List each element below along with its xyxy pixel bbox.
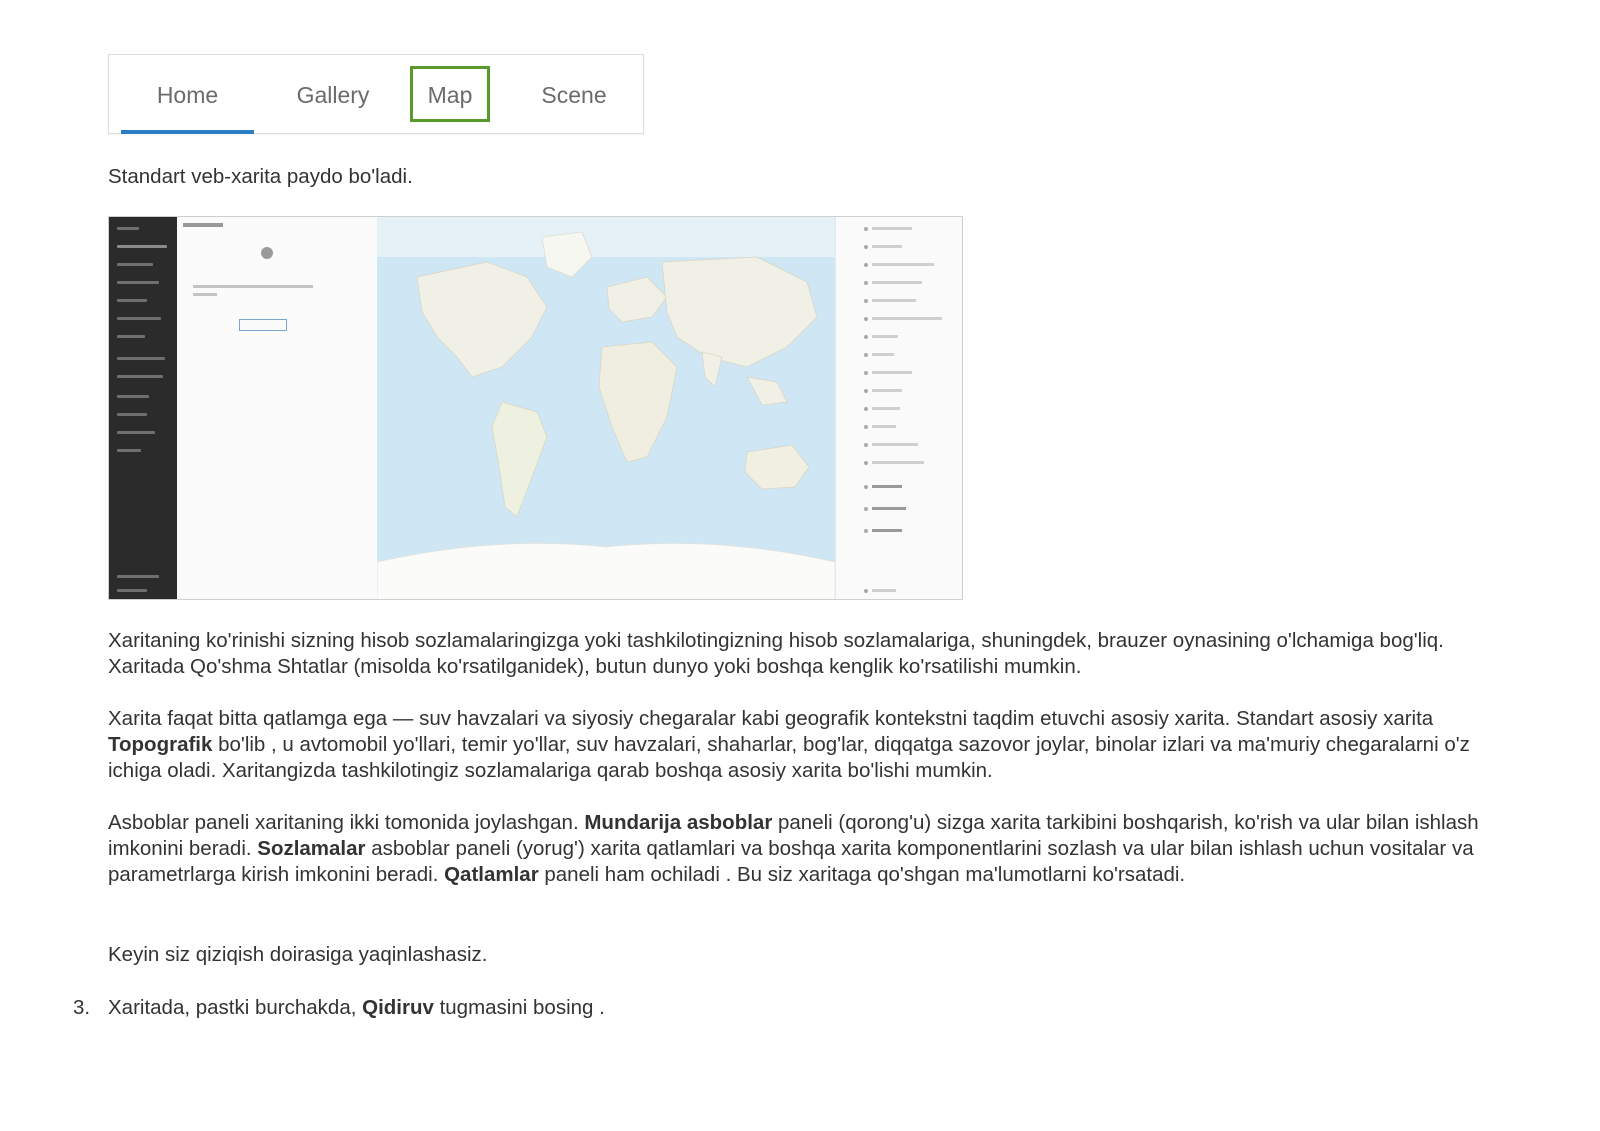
layers-panel: [177, 217, 378, 599]
text-run: Xaritada, pastki burchakda,: [108, 996, 363, 1019]
text-run: paneli ham ochiladi . Bu siz xaritaga qo…: [538, 863, 1186, 886]
basemap-world-map[interactable]: [376, 217, 836, 599]
tab-map-highlight-box: [410, 66, 490, 122]
add-layer-button[interactable]: [239, 319, 287, 331]
text-run: bo'lib , u avtomobil yo'llari, temir yo'…: [108, 733, 1470, 782]
bold-sozlamalar: Sozlamalar: [257, 837, 366, 860]
paragraph-zoom: Keyin siz qiziqish doirasiga yaqinlashas…: [108, 943, 488, 966]
map-viewer-screenshot: [108, 216, 963, 600]
step-instruction: Xaritada, pastki burchakda, Qidiruv tugm…: [108, 995, 1508, 1021]
tab-home-underline: [121, 130, 254, 134]
tab-home-label: Home: [156, 82, 219, 108]
paragraph-basemap: Xarita faqat bitta qatlamga ega — suv ha…: [108, 706, 1508, 784]
tab-gallery-label: Gallery: [296, 82, 370, 108]
step-number: 3.: [73, 996, 91, 1019]
tab-scene[interactable]: Scene: [519, 55, 629, 135]
paragraph-intro: Standart veb-xarita paydo bo'ladi.: [108, 165, 413, 188]
tab-map[interactable]: Map: [410, 55, 490, 135]
tab-gallery[interactable]: Gallery: [273, 55, 393, 135]
paragraph-toolbars: Asboblar paneli xaritaning ikki tomonida…: [108, 810, 1508, 888]
text-run: Xarita faqat bitta qatlamga ega — suv ha…: [108, 707, 1434, 730]
paragraph-map-view: Xaritaning ko'rinishi sizning hisob sozl…: [108, 629, 1444, 678]
bold-mundarija: Mundarija asboblar: [584, 811, 773, 834]
settings-toolbar: [835, 217, 962, 599]
tab-home[interactable]: Home: [121, 55, 254, 135]
layers-icon: [261, 247, 273, 259]
contents-toolbar: [109, 217, 177, 599]
text-run: Asboblar paneli xaritaning ikki tomonida…: [108, 811, 585, 834]
bold-qidiruv: Qidiruv: [362, 996, 434, 1019]
text-run: tugmasini bosing .: [433, 996, 605, 1019]
tab-scene-label: Scene: [541, 82, 607, 108]
navigation-tabs: Home Gallery Map Scene: [108, 54, 644, 134]
bold-qatlamlar: Qatlamlar: [444, 863, 539, 886]
bold-topografik: Topografik: [108, 733, 213, 756]
